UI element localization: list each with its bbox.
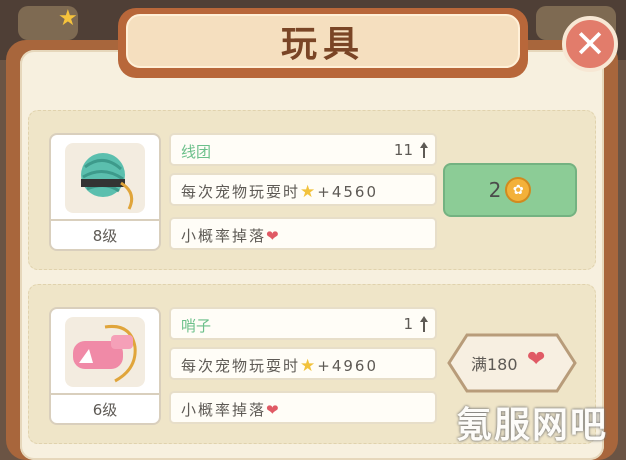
toy-level: 8级	[51, 219, 159, 249]
toy-level: 6级	[51, 393, 159, 423]
toy-card-yarn: 8级 线团 11 每次宠物玩耍时★+4560 小概率掉落❤ 2 ✿	[28, 110, 596, 270]
effect-text: 每次宠物玩耍时	[181, 357, 301, 375]
toy-thumbnail: 6级	[49, 307, 161, 425]
page-title: 玩具	[280, 24, 365, 65]
drop-text: 小概率掉落	[181, 401, 267, 419]
toy-effect-field: 每次宠物玩耍时★+4960	[169, 347, 437, 380]
star-icon: ★	[300, 356, 318, 376]
toy-name-field: 哨子 1	[169, 307, 437, 340]
yarn-ball-icon	[65, 143, 145, 213]
toy-effect-field: 每次宠物玩耍时★+4560	[169, 173, 437, 206]
toy-name: 线团	[181, 143, 212, 161]
watermark: 氪服网吧	[456, 405, 609, 446]
effect-value: +4960	[317, 357, 379, 375]
toy-count: 1	[403, 315, 413, 333]
toy-thumbnail: 8级	[49, 133, 161, 251]
close-icon: ✕	[574, 22, 606, 66]
star-icon: ★	[58, 6, 78, 31]
toy-count: 11	[393, 141, 413, 159]
title-tab: 玩具	[118, 8, 528, 78]
max-badge: 满180 ❤	[447, 333, 577, 393]
close-button[interactable]: ✕	[562, 16, 618, 72]
coin-icon: ✿	[505, 177, 532, 203]
star-icon: ★	[300, 182, 318, 202]
heart-icon: ❤	[527, 347, 546, 372]
up-arrow-icon	[420, 316, 428, 332]
heart-icon: ❤	[266, 401, 281, 419]
effect-text: 每次宠物玩耍时	[181, 183, 301, 201]
buy-button[interactable]: 2 ✿	[443, 163, 577, 217]
title-tab-inner: 玩具	[126, 14, 520, 68]
price-value: 2	[488, 178, 502, 202]
drop-text: 小概率掉落	[181, 227, 267, 245]
toy-name-field: 线团 11	[169, 133, 437, 166]
whistle-icon	[65, 317, 145, 387]
up-arrow-icon	[420, 142, 428, 158]
toy-drop-field: 小概率掉落❤	[169, 391, 437, 424]
max-label: 满180	[471, 355, 518, 374]
toy-name: 哨子	[181, 317, 212, 335]
heart-icon: ❤	[266, 227, 281, 245]
toy-drop-field: 小概率掉落❤	[169, 217, 437, 250]
effect-value: +4560	[317, 183, 379, 201]
